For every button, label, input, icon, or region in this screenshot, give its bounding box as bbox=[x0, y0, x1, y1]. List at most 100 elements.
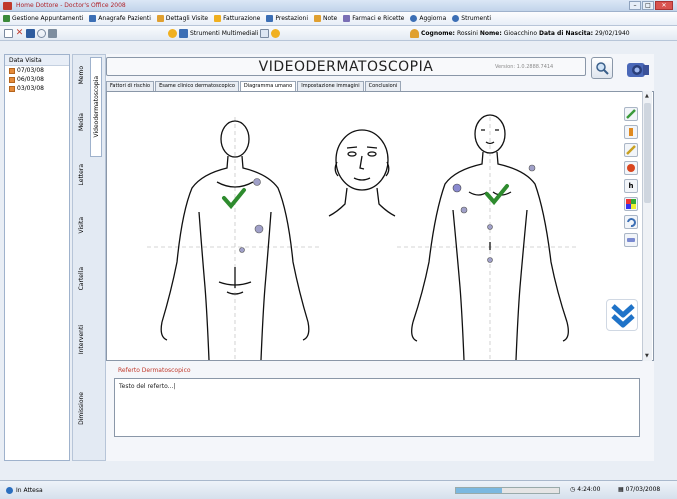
close-button[interactable]: ✕ bbox=[655, 1, 673, 10]
double-chevron-down-icon bbox=[611, 304, 635, 328]
lesion-marker[interactable] bbox=[452, 183, 462, 193]
checkmark-icon[interactable] bbox=[222, 188, 246, 210]
status-icon bbox=[6, 487, 13, 494]
referto-label: Referto Dermatoscopico bbox=[118, 367, 191, 374]
menu-prestazioni[interactable]: Prestazioni bbox=[266, 15, 308, 22]
spot-tool[interactable] bbox=[624, 161, 638, 175]
tab-fattori-rischio[interactable]: Fattori di rischio bbox=[106, 81, 155, 91]
pills-icon bbox=[343, 15, 351, 22]
menu-appuntamenti[interactable]: Gestione Appuntamenti bbox=[3, 15, 83, 22]
eraser-tool[interactable] bbox=[624, 233, 638, 247]
document-icon bbox=[156, 15, 164, 22]
search-icon bbox=[596, 62, 609, 75]
pencil-icon bbox=[626, 145, 636, 155]
pen-tool[interactable] bbox=[624, 107, 638, 121]
version-label: Version: 1.0.2888.7414 bbox=[495, 64, 554, 70]
image-icon bbox=[260, 29, 270, 38]
maximize-button[interactable]: □ bbox=[642, 1, 654, 10]
menu-bar: Gestione Appuntamenti Anagrafe Pazienti … bbox=[0, 12, 677, 26]
scrollbar-thumb[interactable] bbox=[644, 103, 651, 203]
lesion-markers[interactable] bbox=[239, 164, 536, 263]
pencil-tool[interactable] bbox=[624, 143, 638, 157]
scroll-down-button[interactable] bbox=[606, 299, 638, 331]
camera-icon[interactable] bbox=[621, 54, 651, 84]
lesion-marker[interactable] bbox=[460, 206, 468, 214]
tab-cartella[interactable]: Cartella bbox=[75, 251, 87, 306]
canvas-scrollbar[interactable]: ▲ ▼ bbox=[642, 91, 652, 361]
list-item[interactable]: 06/03/08 bbox=[5, 75, 69, 84]
toolbar: ✕ Strumenti Multimediali Cognome: Rossin… bbox=[0, 26, 677, 41]
tab-conclusioni[interactable]: Conclusioni bbox=[364, 81, 402, 91]
search-button[interactable] bbox=[591, 57, 613, 79]
new-icon[interactable] bbox=[4, 29, 13, 38]
color-tool[interactable] bbox=[624, 197, 638, 211]
undo-tool[interactable] bbox=[624, 215, 638, 229]
pen-icon bbox=[626, 109, 636, 119]
undo-icon bbox=[627, 218, 636, 227]
tab-strip: Fattori di rischio Esame clinico dermato… bbox=[106, 81, 402, 91]
patient-info: Cognome: Rossini Nome: Gioacchino Data d… bbox=[410, 29, 630, 38]
menu-fatturazione[interactable]: Fatturazione bbox=[214, 15, 260, 22]
status-date: ▦ 07/03/2008 bbox=[618, 486, 661, 493]
status-time: ◷ 4:24:00 bbox=[570, 486, 601, 493]
multimedia-icon bbox=[179, 29, 188, 38]
minimize-button[interactable]: – bbox=[629, 1, 641, 10]
list-item[interactable]: 07/03/08 bbox=[5, 66, 69, 75]
tab-impostazione-immagini[interactable]: Impostazione immagini bbox=[297, 81, 364, 91]
menu-aggiorna[interactable]: Aggiorna bbox=[410, 15, 446, 22]
invoice-icon bbox=[214, 15, 222, 22]
menu-anagrafe[interactable]: Anagrafe Pazienti bbox=[89, 15, 151, 22]
color-palette-icon bbox=[626, 199, 636, 209]
folder-icon bbox=[9, 76, 15, 83]
lesion-marker[interactable] bbox=[253, 178, 261, 186]
star-icon bbox=[168, 29, 177, 38]
tab-videodermatoscopia[interactable]: Videodermatoscopia bbox=[90, 57, 102, 157]
note-icon bbox=[314, 15, 321, 22]
window-title: Home Dottore - Doctor's Office 2008 bbox=[16, 2, 126, 9]
scroll-down-arrow[interactable]: ▼ bbox=[645, 353, 649, 359]
lesion-marker[interactable] bbox=[239, 247, 245, 253]
tab-esame-clinico[interactable]: Esame clinico dermatoscopico bbox=[155, 81, 239, 91]
tab-media[interactable]: Media bbox=[75, 97, 87, 147]
marker-tool[interactable] bbox=[624, 125, 638, 139]
status-bar: In Attesa ◷ 4:24:00 ▦ 07/03/2008 bbox=[0, 480, 677, 499]
visit-date-header: Data Visita bbox=[5, 55, 69, 66]
palette-icon bbox=[271, 29, 281, 38]
preview-icon[interactable] bbox=[37, 29, 46, 38]
folder-icon bbox=[9, 85, 15, 92]
menu-farmaci[interactable]: Farmaci e Ricette bbox=[343, 15, 404, 22]
lesion-marker[interactable] bbox=[528, 164, 536, 172]
multimedia-tools[interactable]: Strumenti Multimediali bbox=[168, 29, 281, 38]
drawing-tools: h bbox=[624, 107, 640, 251]
referto-textarea[interactable]: Testo del referto...| bbox=[114, 378, 640, 437]
menu-note[interactable]: Note bbox=[314, 15, 337, 22]
vertical-tabs: Memo Media Lettera Visita Cartella Inter… bbox=[72, 54, 106, 461]
calendar-icon bbox=[3, 15, 10, 22]
human-body-diagram[interactable] bbox=[107, 92, 641, 361]
red-dot-icon bbox=[627, 164, 635, 172]
lesion-marker[interactable] bbox=[487, 257, 493, 263]
menu-strumenti[interactable]: Strumenti bbox=[452, 15, 491, 22]
print-icon[interactable] bbox=[48, 29, 57, 38]
tab-interventi[interactable]: Interventi bbox=[75, 310, 87, 370]
folder-icon bbox=[9, 67, 15, 74]
visit-date-list: Data Visita 07/03/08 06/03/08 03/03/08 bbox=[4, 54, 70, 461]
tab-diagramma-umano[interactable]: Diagramma umano bbox=[239, 81, 297, 91]
patient-icon bbox=[410, 29, 419, 38]
body-diagram-canvas[interactable] bbox=[106, 91, 654, 361]
eraser-icon bbox=[627, 238, 635, 242]
list-item[interactable]: 03/03/08 bbox=[5, 84, 69, 93]
tools-icon bbox=[452, 15, 460, 22]
menu-dettagli-visite[interactable]: Dettagli Visite bbox=[156, 15, 208, 22]
tab-memo[interactable]: Memo bbox=[75, 57, 87, 93]
tab-dimissione[interactable]: Dimissione bbox=[75, 373, 87, 443]
delete-icon[interactable]: ✕ bbox=[15, 29, 24, 38]
lesion-marker[interactable] bbox=[254, 224, 264, 234]
scroll-up-arrow[interactable]: ▲ bbox=[645, 93, 649, 99]
lesion-marker[interactable] bbox=[487, 224, 493, 230]
text-tool[interactable]: h bbox=[624, 179, 638, 193]
tab-lettera[interactable]: Lettera bbox=[75, 150, 87, 200]
save-icon[interactable] bbox=[26, 29, 35, 38]
tab-visita[interactable]: Visita bbox=[75, 203, 87, 248]
back-body-outline bbox=[160, 120, 310, 361]
